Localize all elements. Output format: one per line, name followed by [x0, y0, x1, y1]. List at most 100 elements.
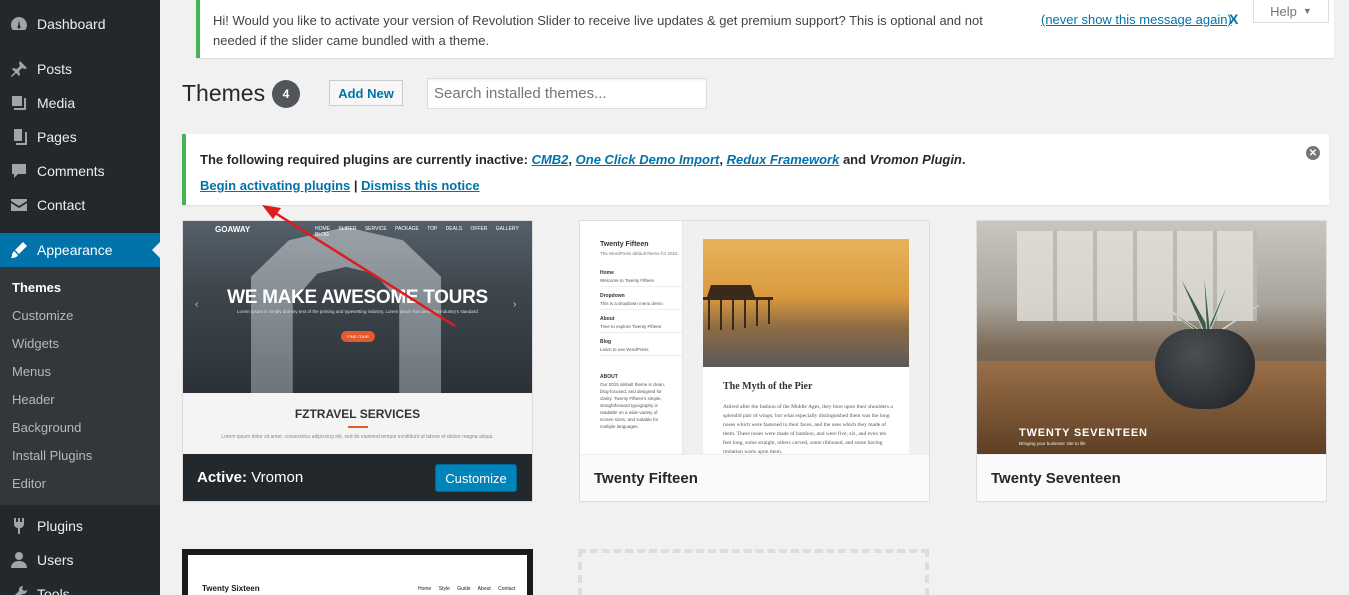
revslider-notice: Hi! Would you like to activate your vers… — [196, 0, 1334, 58]
menu-label: Posts — [37, 61, 73, 77]
shot-headline: WE MAKE AWESOME TOURS — [227, 287, 488, 308]
submenu-install-plugins[interactable]: Install Plugins — [0, 442, 160, 470]
theme-screenshot: GOAWAY HOME SLIDER SERVICE PACKAGE TOP D… — [183, 221, 532, 454]
menu-label: Plugins — [37, 518, 83, 534]
active-theme-name: Vromon — [251, 469, 304, 486]
begin-activating-plugins-link[interactable]: Begin activating plugins — [200, 178, 350, 193]
pier-photo — [703, 239, 909, 367]
sep: , — [719, 152, 727, 167]
submenu-widgets[interactable]: Widgets — [0, 330, 160, 358]
menu-users[interactable]: Users — [0, 543, 160, 577]
divider — [348, 426, 368, 428]
dismiss-notice-link[interactable]: Dismiss this notice — [361, 178, 479, 193]
envelope-icon — [11, 199, 27, 211]
period: . — [961, 152, 966, 167]
shot-site-title: Twenty Sixteen — [202, 584, 260, 593]
theme-count-badge: 4 — [272, 80, 300, 108]
shot-site-desc: The WordPress default theme for 2015. — [600, 251, 679, 256]
customize-button[interactable]: Customize — [435, 464, 517, 492]
shot-nav: HOME SLIDER SERVICE PACKAGE TOP DEALS OF… — [315, 226, 519, 238]
w: Blog — [600, 339, 612, 345]
shot-site-title: Twenty Fifteen — [600, 241, 649, 248]
shot-post-title: The Myth of the Pier — [723, 381, 813, 392]
plugins-notice-actions: Begin activating plugins | Dismiss this … — [200, 178, 480, 193]
menu-appearance[interactable]: Appearance — [0, 233, 160, 267]
pin-icon — [11, 61, 27, 77]
plugin-link-redux-framework[interactable]: Redux Framework — [727, 152, 840, 167]
menu-comments[interactable]: Comments — [0, 154, 160, 188]
menu-media[interactable]: Media — [0, 86, 160, 120]
theme-card-twentyseventeen[interactable]: TWENTY SEVENTEEN Bringing your business'… — [976, 220, 1327, 502]
shot-post: The Myth of the Pier Attired after the f… — [703, 239, 909, 454]
submenu-background[interactable]: Background — [0, 414, 160, 442]
paintbrush-icon — [11, 242, 27, 258]
menu-label: Tools — [37, 586, 70, 595]
menu-contact[interactable]: Contact — [0, 188, 160, 222]
plugin-link-cmb2[interactable]: CMB2 — [532, 152, 569, 167]
theme-card-vromon[interactable]: GOAWAY HOME SLIDER SERVICE PACKAGE TOP D… — [182, 220, 533, 502]
menu-tools[interactable]: Tools — [0, 577, 160, 595]
sep: , — [568, 152, 576, 167]
active-prefix: Active: — [197, 469, 248, 486]
menu-label: Users — [37, 552, 74, 568]
wrench-icon — [15, 585, 28, 595]
revslider-close-button[interactable]: X — [1229, 11, 1238, 27]
help-label: Help — [1270, 3, 1297, 19]
shot-subtitle: Bringing your business' site to life — [1019, 441, 1086, 446]
submenu-header[interactable]: Header — [0, 386, 160, 414]
shot-widgets: Home Welcome to Twenty Fifteen Dropdown Th… — [600, 270, 682, 430]
search-themes-input[interactable] — [427, 78, 707, 109]
theme-screenshot: TWENTY SEVENTEEN Bringing your business'… — [977, 221, 1326, 454]
theme-card-twentyfifteen[interactable]: Twenty Fifteen The WordPress default the… — [579, 220, 930, 502]
plugin-link-one-click-demo-import[interactable]: One Click Demo Import — [576, 152, 720, 167]
about-text: Our 2015 default theme is clean, blog-fo… — [600, 382, 666, 429]
plug-icon — [14, 518, 24, 534]
pipe: | — [350, 178, 362, 193]
submenu-menus[interactable]: Menus — [0, 358, 160, 386]
never-show-link[interactable]: (never show this message again) — [1041, 12, 1232, 27]
theme-name-bar: Twenty Seventeen — [977, 454, 1326, 501]
w: Welcome to Twenty Fifteen — [600, 278, 655, 283]
shot-post-body: Attired after the fashion of the Middle … — [723, 404, 893, 454]
shot-nav: Home Style Guide About Contact — [418, 586, 516, 592]
menu-label: Media — [37, 95, 76, 111]
add-new-theme-card[interactable] — [578, 549, 929, 595]
menu-pages[interactable]: Pages — [0, 120, 160, 154]
menu-label: Contact — [37, 197, 86, 213]
menu-dashboard[interactable]: Dashboard — [0, 7, 160, 41]
about-head: ABOUT — [600, 374, 618, 380]
pages-icon — [14, 129, 27, 145]
w: This is a dropdown menu demo — [600, 301, 663, 306]
dismiss-notice-icon[interactable]: ✕ — [1306, 146, 1320, 160]
hero-image: GOAWAY HOME SLIDER SERVICE PACKAGE TOP D… — [183, 221, 532, 393]
plugins-notice-text: The following required plugins are curre… — [200, 152, 966, 167]
menu-plugins[interactable]: Plugins — [0, 509, 160, 543]
shot-sidebar: Twenty Fifteen The WordPress default the… — [580, 221, 683, 454]
shot-button: FIND TOUR — [341, 331, 375, 342]
theme-name: Twenty Fifteen — [594, 470, 698, 487]
w: Dropdown — [600, 293, 625, 299]
add-new-theme-button[interactable]: Add New — [329, 80, 403, 106]
submenu-customize[interactable]: Customize — [0, 302, 160, 330]
menu-posts[interactable]: Posts — [0, 52, 160, 86]
theme-screenshot: Twenty Sixteen Home Style Guide About Co… — [188, 555, 527, 595]
user-icon — [11, 552, 27, 568]
shot-subtext: Lorem ipsum is simply dummy text of the … — [237, 309, 478, 314]
notice-lead: The following required plugins are curre… — [200, 152, 532, 167]
menu-label: Appearance — [37, 242, 113, 258]
and-text: and — [839, 152, 870, 167]
shot-lorem: Lorem ipsum dolor sit amet, consectetur … — [221, 434, 494, 440]
admin-sidebar: Dashboard Posts Media Pages Comments Con… — [0, 0, 160, 595]
theme-name-bar: Active: Vromon Customize — [183, 454, 532, 501]
comment-icon — [12, 164, 26, 178]
submenu-themes[interactable]: Themes — [0, 274, 160, 302]
menu-label: Pages — [37, 129, 77, 145]
shot-services-title: FZTRAVEL SERVICES — [294, 407, 421, 421]
pier-silhouette — [703, 285, 773, 330]
required-plugins-notice: The following required plugins are curre… — [182, 134, 1329, 205]
w: Learn to use WordPress — [600, 347, 649, 352]
help-tab-button[interactable]: Help ▼ — [1253, 0, 1329, 23]
w: Time to explore Twenty Fifteen — [600, 324, 662, 329]
theme-card-twentysixteen[interactable]: Twenty Sixteen Home Style Guide About Co… — [182, 549, 533, 595]
submenu-editor[interactable]: Editor — [0, 470, 160, 498]
